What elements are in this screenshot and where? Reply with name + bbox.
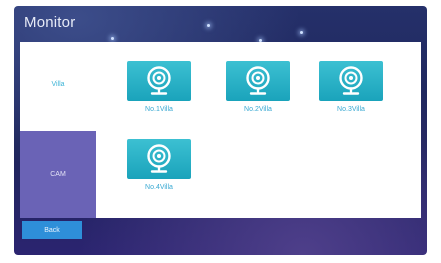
webcam-icon [246,66,270,95]
tab-cam[interactable]: CAM [20,131,96,218]
sparkle-decoration [111,37,114,40]
camera-no2-villa[interactable]: No.2Villa [226,61,290,113]
webcam-icon [147,66,171,95]
camera-label: No.4Villa [145,184,173,191]
camera-tile[interactable] [127,61,191,101]
sparkle-decoration [207,24,210,27]
webcam-icon [339,66,363,95]
webcam-icon [147,144,171,173]
tab-villa[interactable]: Villa [20,70,96,98]
monitor-screen: Monitor Villa CAM No.1Villa No.2Villa No… [14,6,427,255]
camera-label: No.1Villa [145,106,173,113]
camera-tile[interactable] [127,139,191,179]
camera-label: No.3Villa [337,106,365,113]
content-panel: Villa CAM No.1Villa No.2Villa No.3Villa … [20,42,421,218]
page-title: Monitor [24,14,76,31]
back-button[interactable]: Back [22,221,82,239]
camera-tile[interactable] [319,61,383,101]
camera-label: No.2Villa [244,106,272,113]
sparkle-decoration [300,31,303,34]
camera-no4-villa[interactable]: No.4Villa [127,139,191,191]
camera-no3-villa[interactable]: No.3Villa [319,61,383,113]
camera-tile[interactable] [226,61,290,101]
camera-no1-villa[interactable]: No.1Villa [127,61,191,113]
